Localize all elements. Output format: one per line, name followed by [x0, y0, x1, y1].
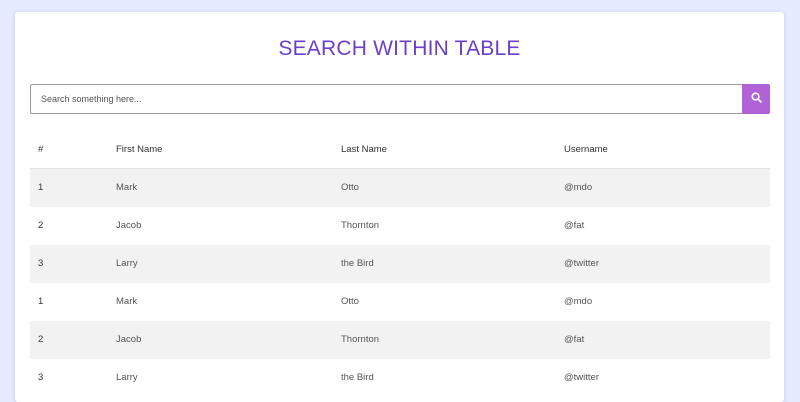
column-header-last-name[interactable]: Last Name: [341, 131, 387, 169]
first-name-cell: Larry: [116, 258, 138, 269]
column-header-username[interactable]: Username: [564, 131, 608, 169]
first-name-cell: Jacob: [116, 220, 142, 231]
row-number: 3: [38, 372, 44, 383]
last-name-cell: Otto: [341, 296, 359, 307]
table-row: 1 Mark Otto @mdo: [30, 283, 770, 321]
first-name-cell: Mark: [116, 182, 138, 193]
row-number: 2: [38, 334, 44, 345]
last-name-cell: the Bird: [341, 258, 374, 269]
first-name-cell: Jacob: [116, 334, 142, 345]
table-row: 3 Larry the Bird @twitter: [30, 245, 770, 283]
search-bar: [30, 84, 770, 114]
column-header-first-name[interactable]: First Name: [116, 131, 162, 169]
username-cell: @fat: [564, 220, 585, 231]
first-name-cell: Larry: [116, 372, 138, 383]
last-name-cell: Otto: [341, 182, 359, 193]
row-number: 1: [38, 296, 44, 307]
username-cell: @twitter: [564, 372, 599, 383]
table-row: 1 Mark Otto @mdo: [30, 169, 770, 207]
table-row: 2 Jacob Thornton @fat: [30, 207, 770, 245]
table-row: 3 Larry the Bird @twitter: [30, 359, 770, 397]
first-name-cell: Mark: [116, 296, 138, 307]
search-button[interactable]: [742, 84, 770, 114]
last-name-cell: the Bird: [341, 372, 374, 383]
table-row: 2 Jacob Thornton @fat: [30, 321, 770, 359]
page-title: SEARCH WITHIN TABLE: [278, 37, 521, 60]
table-card: SEARCH WITHIN TABLE # First Name Last Na…: [15, 12, 784, 402]
last-name-cell: Thornton: [341, 220, 380, 231]
username-cell: @fat: [564, 334, 585, 345]
data-table: # First Name Last Name Username 1 Mark O…: [30, 131, 770, 397]
username-cell: @mdo: [564, 296, 593, 307]
row-number: 3: [38, 258, 44, 269]
row-number: 1: [38, 182, 44, 193]
search-input[interactable]: [30, 84, 742, 114]
row-number: 2: [38, 220, 44, 231]
last-name-cell: Thornton: [341, 334, 380, 345]
username-cell: @mdo: [564, 182, 593, 193]
username-cell: @twitter: [564, 258, 599, 269]
search-icon: [750, 90, 762, 108]
table-header-row: # First Name Last Name Username: [30, 131, 770, 169]
column-header-number[interactable]: #: [38, 131, 43, 169]
